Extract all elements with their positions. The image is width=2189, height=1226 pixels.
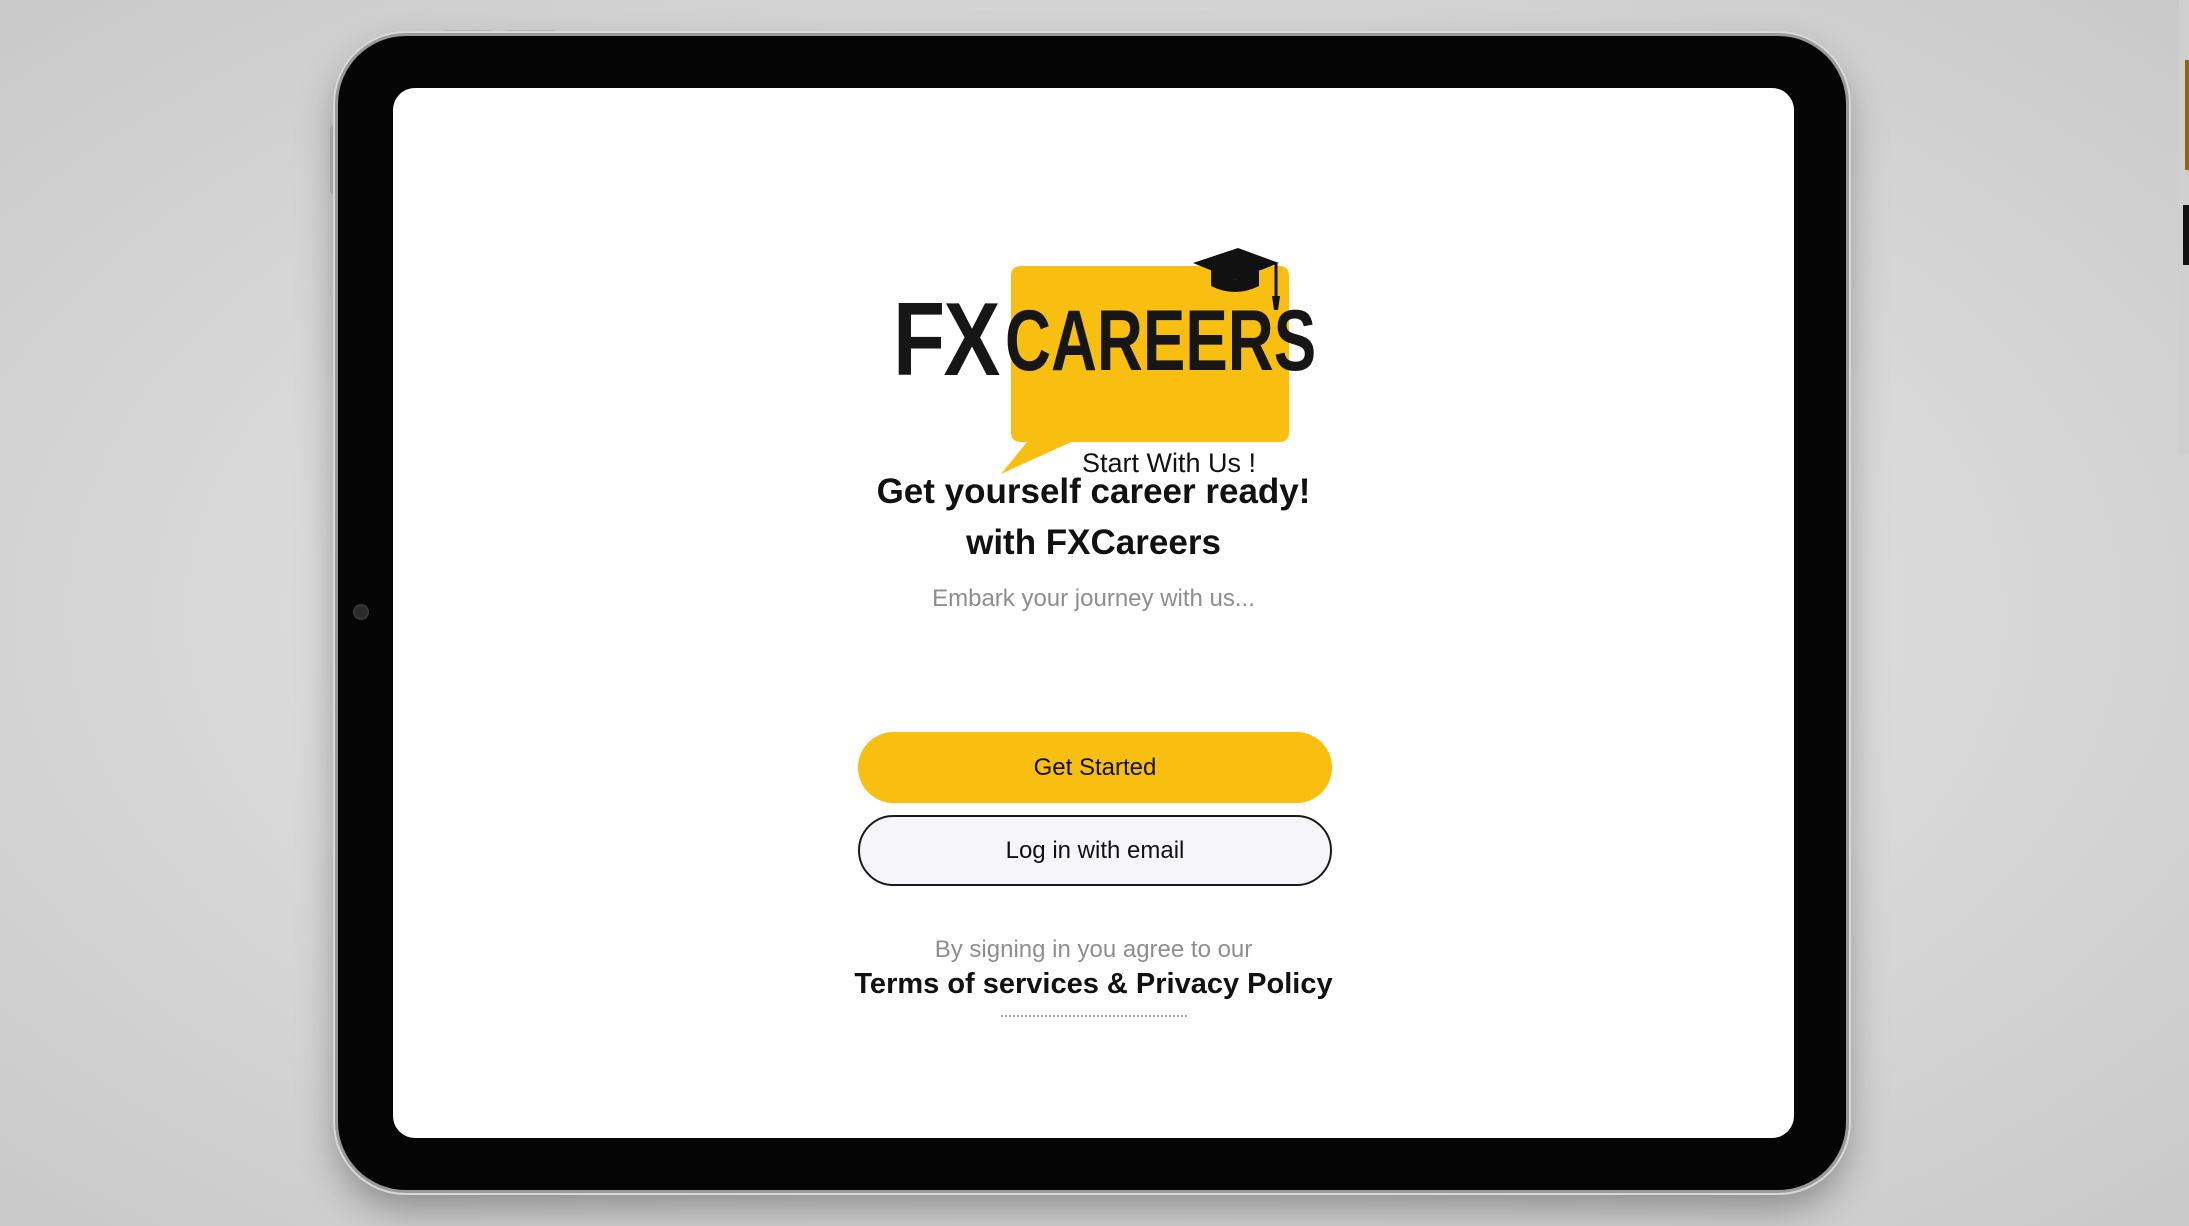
- headline-line-2: with FXCareers: [966, 523, 1221, 562]
- get-started-button[interactable]: Get Started: [858, 732, 1332, 803]
- tablet-side-button: [330, 125, 337, 195]
- camera-icon: [353, 604, 369, 620]
- adjacent-window-edge: [2179, 0, 2189, 454]
- terms-privacy-link[interactable]: Terms of services & Privacy Policy: [393, 968, 1794, 1001]
- background: FX CAREERS Start With Us ! Get yourself …: [0, 0, 2189, 1226]
- logo-text-fx: FX: [893, 282, 1000, 398]
- app-screen: FX CAREERS Start With Us ! Get yourself …: [393, 88, 1794, 1138]
- agreement-text: By signing in you agree to our: [934, 936, 1253, 963]
- terms-underline: [1001, 1015, 1187, 1017]
- edge-mark: [2183, 205, 2189, 265]
- subtitle: Embark your journey with us...: [932, 585, 1255, 612]
- headline-line-1: Get yourself career ready!: [876, 472, 1311, 511]
- login-with-email-button[interactable]: Log in with email: [858, 815, 1332, 886]
- edge-accent: [2185, 60, 2189, 170]
- page-title: Get yourself career ready! with FXCareer…: [393, 466, 1794, 568]
- fxcareers-logo: FX CAREERS Start With Us !: [893, 236, 1316, 496]
- tablet-frame: FX CAREERS Start With Us ! Get yourself …: [338, 36, 1846, 1190]
- logo-text-careers: CAREERS: [1005, 293, 1317, 389]
